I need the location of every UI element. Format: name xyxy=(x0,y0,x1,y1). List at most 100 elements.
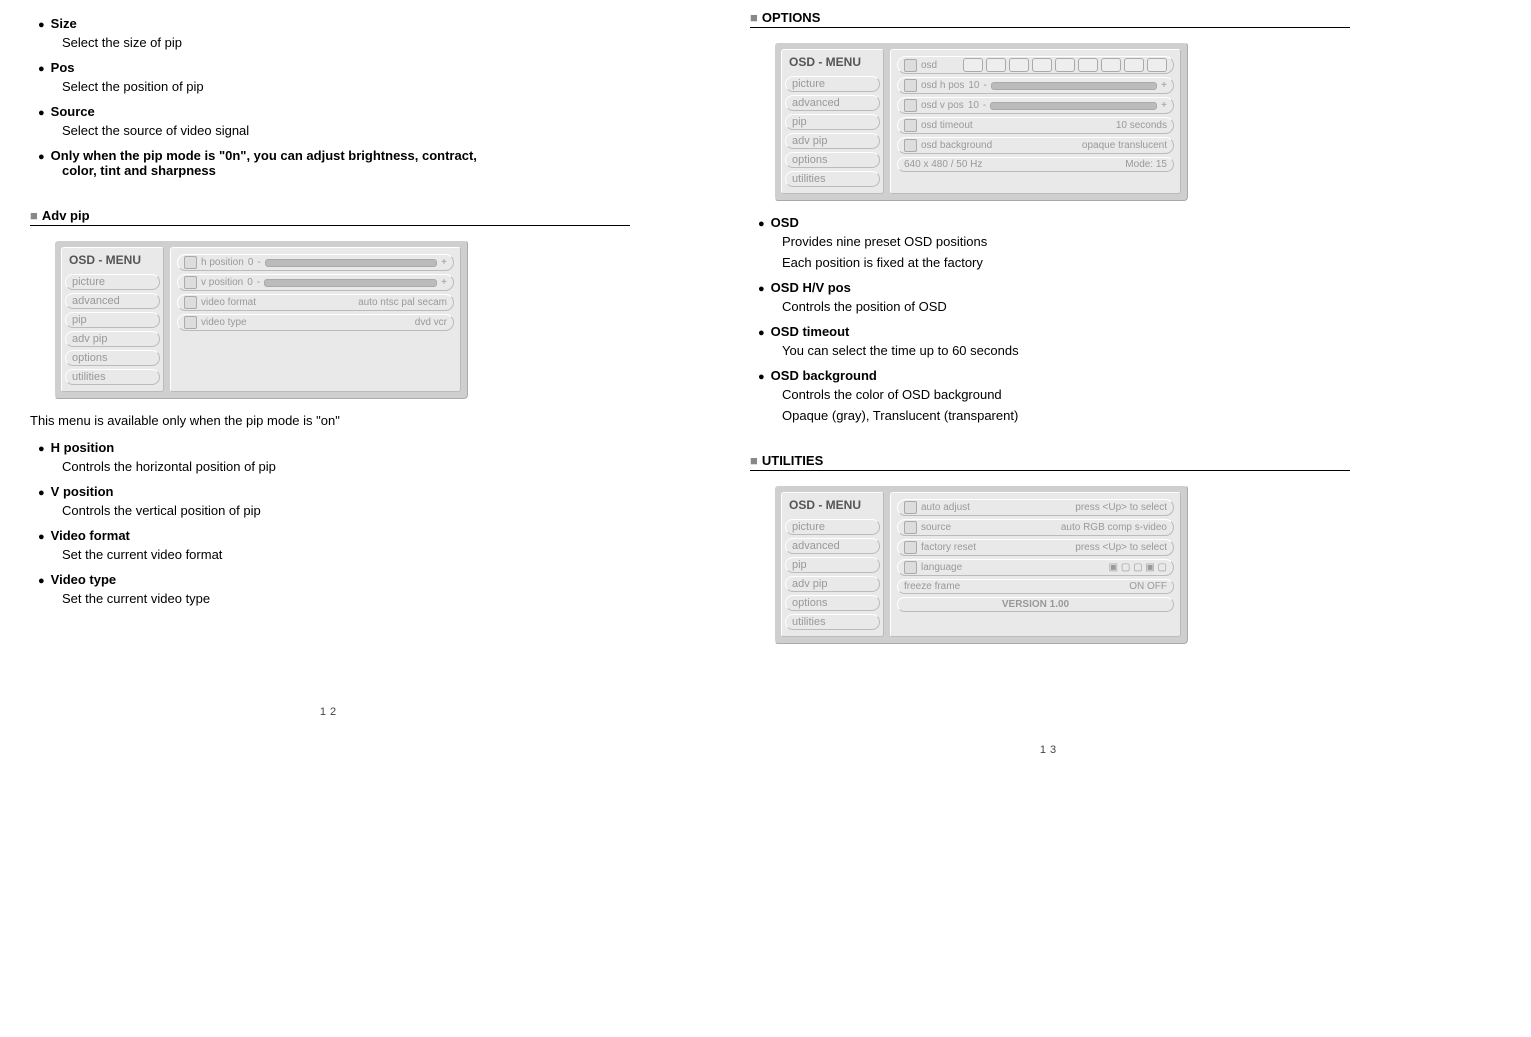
osd-menu-item: advanced xyxy=(785,95,880,111)
osd-panel: auto adjust press <Up> to select source au… xyxy=(890,492,1181,637)
bullet-desc: Controls the color of OSD background xyxy=(782,387,1350,402)
row-icon xyxy=(904,139,917,152)
slider xyxy=(265,259,437,267)
osd-panel: h position0- + v position0- + video form… xyxy=(170,247,461,392)
osd-row-freezeframe: freeze frameON OFF xyxy=(897,579,1174,594)
preset-grid xyxy=(963,58,1167,72)
osd-side-menu: OSD - MENU picture advanced pip adv pip … xyxy=(781,49,884,194)
bullet-desc: Select the source of video signal xyxy=(62,123,630,138)
bullet-desc: Set the current video format xyxy=(62,547,630,562)
osd-menu-item: picture xyxy=(785,519,880,535)
row-icon xyxy=(904,501,917,514)
osd-row-osd: osd xyxy=(897,56,1174,74)
osd-menu-item: advanced xyxy=(785,538,880,554)
bullet-pos: Pos Select the position of pip xyxy=(38,60,630,94)
resolution: 640 x 480 / 50 Hz xyxy=(904,159,982,170)
bullet-osd: OSD Provides nine preset OSD positions E… xyxy=(758,215,1350,270)
page-13-column: OPTIONS OSD - MENU picture advanced pip … xyxy=(750,10,1350,756)
row-label: osd h pos xyxy=(921,80,964,91)
row-icon xyxy=(184,276,197,289)
osd-side-menu: OSD - MENU picture advanced pip adv pip … xyxy=(781,492,884,637)
bullet-only-when: Only when the pip mode is "0n", you can … xyxy=(38,148,630,178)
bullet-source: Source Select the source of video signal xyxy=(38,104,630,138)
advpip-header: Adv pip xyxy=(30,208,630,226)
bullet-title: V position xyxy=(38,484,630,499)
bullet-videotype: Video type Set the current video type xyxy=(38,572,630,606)
osd-row-timeout: osd timeout10 seconds xyxy=(897,117,1174,134)
row-icon xyxy=(184,316,197,329)
osd-utilities-screenshot: OSD - MENU picture advanced pip adv pip … xyxy=(774,485,1188,644)
bullet-title: H position xyxy=(38,440,630,455)
bullet-desc: Provides nine preset OSD positions xyxy=(782,234,1350,249)
page-12-column: Size Select the size of pip Pos Select t… xyxy=(30,10,630,756)
osd-row-videotype: video typedvd vcr xyxy=(177,314,454,331)
row-label: osd background xyxy=(921,140,992,151)
row-label: osd xyxy=(921,60,937,71)
row-icon xyxy=(904,59,917,72)
bullet-title: OSD xyxy=(758,215,1350,230)
row-label: source xyxy=(921,522,951,533)
row-icon xyxy=(184,256,197,269)
row-icon xyxy=(904,119,917,132)
osd-menu-item: options xyxy=(785,152,880,168)
version: VERSION 1.00 xyxy=(1002,599,1069,610)
row-extra: auto RGB comp s-video xyxy=(1061,522,1167,533)
bullet-desc2: Opaque (gray), Translucent (transparent) xyxy=(782,408,1350,423)
bullet-desc: Controls the vertical position of pip xyxy=(62,503,630,518)
osd-row-background: osd backgroundopaque translucent xyxy=(897,137,1174,154)
row-label: video format xyxy=(201,297,256,308)
bullet-title: Video type xyxy=(38,572,630,587)
bullet-desc: You can select the time up to 60 seconds xyxy=(782,343,1350,358)
row-icon xyxy=(904,99,917,112)
row-val: 0 xyxy=(248,257,254,268)
bullet-size: Size Select the size of pip xyxy=(38,16,630,50)
row-icon xyxy=(904,521,917,534)
row-label: osd v pos xyxy=(921,100,964,111)
continuation: color, tint and sharpness xyxy=(62,163,630,178)
osd-row-factoryreset: factory resetpress <Up> to select xyxy=(897,539,1174,556)
osd-menu-item: options xyxy=(65,350,160,366)
osd-row-autoadjust: auto adjust press <Up> to select xyxy=(897,499,1174,516)
osd-menu-title: OSD - MENU xyxy=(785,53,880,73)
osd-row-hpos: osd h pos10- + xyxy=(897,77,1174,94)
osd-row-vpos: osd v pos10- + xyxy=(897,97,1174,114)
osd-menu-title: OSD - MENU xyxy=(65,251,160,271)
osd-panel: osd osd h pos10- + osd v pos10- + osd ti… xyxy=(890,49,1181,194)
bullet-desc: Select the position of pip xyxy=(62,79,630,94)
advpip-note: This menu is available only when the pip… xyxy=(30,413,630,428)
bullet-desc: Set the current video type xyxy=(62,591,630,606)
page-number: 12 xyxy=(30,706,630,718)
options-header: OPTIONS xyxy=(750,10,1350,28)
osd-menu-title: OSD - MENU xyxy=(785,496,880,516)
page-number: 13 xyxy=(750,744,1350,756)
bullet-title: OSD timeout xyxy=(758,324,1350,339)
row-label: video type xyxy=(201,317,247,328)
slider xyxy=(991,82,1157,90)
osd-menu-item: utilities xyxy=(785,614,880,630)
bullet-osd-timeout: OSD timeout You can select the time up t… xyxy=(758,324,1350,358)
osd-status-row: 640 x 480 / 50 HzMode: 15 xyxy=(897,157,1174,172)
utilities-header: UTILITIES xyxy=(750,453,1350,471)
row-extra: press <Up> to select xyxy=(1075,502,1167,513)
osd-menu-item: pip xyxy=(785,114,880,130)
osd-row-hposition: h position0- + xyxy=(177,254,454,271)
bullet-vposition: V position Controls the vertical positio… xyxy=(38,484,630,518)
osd-options-screenshot: OSD - MENU picture advanced pip adv pip … xyxy=(774,42,1188,201)
bullet-title: OSD H/V pos xyxy=(758,280,1350,295)
row-label: auto adjust xyxy=(921,502,970,513)
osd-menu-item: picture xyxy=(785,76,880,92)
osd-row-language: language▣ ▢ ▢ ▣ ▢ xyxy=(897,559,1174,576)
bullet-title: Only when the pip mode is "0n", you can … xyxy=(38,148,630,163)
row-extra: ON OFF xyxy=(1129,581,1167,592)
osd-menu-item: utilities xyxy=(785,171,880,187)
row-icon xyxy=(904,541,917,554)
bullet-title: Video format xyxy=(38,528,630,543)
osd-menu-item: pip xyxy=(785,557,880,573)
row-icon xyxy=(904,79,917,92)
row-label: osd timeout xyxy=(921,120,973,131)
bullet-desc: Controls the position of OSD xyxy=(782,299,1350,314)
osd-menu-item: adv pip xyxy=(785,576,880,592)
row-extra: press <Up> to select xyxy=(1075,542,1167,553)
row-val: 0 xyxy=(247,277,253,288)
bullet-desc: Select the size of pip xyxy=(62,35,630,50)
